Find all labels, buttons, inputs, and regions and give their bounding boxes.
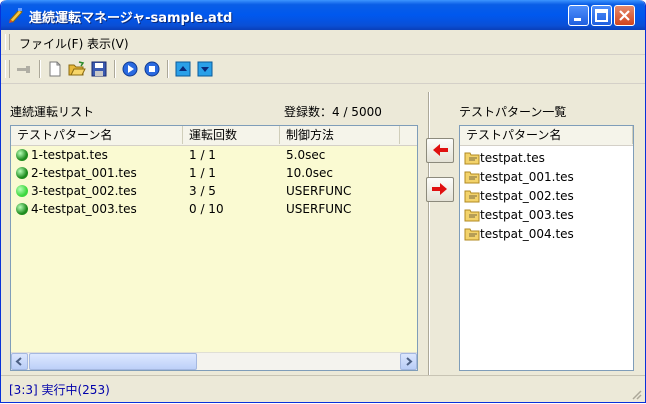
column-run-count[interactable]: 運転回数 (183, 126, 280, 144)
folder-file-icon (464, 209, 480, 222)
pattern-list[interactable]: テストパターン名 testpat.tes testpat_001.tes tes… (459, 125, 634, 371)
scroll-thumb[interactable] (29, 353, 197, 370)
row-pattern-name: 4-testpat_003.tes (31, 202, 137, 216)
chevron-left-icon (15, 357, 22, 366)
add-to-list-button[interactable] (426, 177, 454, 202)
save-icon[interactable] (90, 60, 108, 78)
folder-file-icon (464, 190, 480, 203)
horizontal-scrollbar[interactable] (11, 352, 417, 370)
remove-from-list-button[interactable] (426, 138, 454, 163)
menu-grip[interactable] (5, 34, 10, 50)
move-down-icon[interactable] (196, 60, 214, 78)
row-pattern-name: 3-testpat_002.tes (31, 184, 137, 198)
pattern-file-name: testpat_003.tes (480, 208, 574, 222)
column-pattern-name[interactable]: テストパターン名 (460, 126, 633, 144)
scroll-left-button[interactable] (11, 353, 28, 370)
folder-file-icon (464, 228, 480, 241)
maximize-button[interactable] (591, 5, 612, 26)
scroll-right-button[interactable] (400, 353, 417, 370)
toolbar-separator (39, 60, 41, 78)
folder-file-icon (464, 171, 480, 184)
row-control-method: 5.0sec (286, 148, 326, 162)
column-pattern-name[interactable]: テストパターン名 (11, 126, 183, 144)
minimize-button[interactable] (568, 5, 589, 26)
toolbar-separator (114, 60, 116, 78)
status-dot-icon (16, 167, 28, 179)
resize-grip-icon[interactable] (630, 388, 642, 400)
menu-view[interactable]: 表示(V) (87, 35, 129, 52)
status-dot-icon (16, 185, 28, 197)
panel-splitter-highlight (429, 92, 430, 375)
pattern-list-title: テストパターン一覧 (459, 105, 567, 119)
pattern-file-name: testpat_004.tes (480, 227, 574, 241)
menu-bar: ファイル(F) 表示(V) (1, 30, 645, 55)
row-pattern-name: 1-testpat.tes (31, 148, 108, 162)
column-control-method[interactable]: 制御方法 (280, 126, 400, 144)
chevron-right-icon (406, 357, 413, 366)
pattern-file-name: testpat.tes (480, 151, 545, 165)
run-list[interactable]: テストパターン名 運転回数 制御方法 1-testpat.tes 1 / 1 5… (10, 125, 418, 371)
move-up-icon[interactable] (174, 60, 192, 78)
app-window: 連続運転マネージャ-sample.atd ファイル(F) 表示(V) 連続運転リ… (0, 0, 646, 403)
row-control-method: 10.0sec (286, 166, 333, 180)
status-text: [3:3] 実行中(253) (9, 383, 110, 397)
folder-file-icon (464, 152, 480, 165)
stop-icon[interactable] (143, 60, 161, 78)
pin-icon[interactable] (15, 60, 33, 78)
status-dot-icon (16, 149, 28, 161)
row-control-method: USERFUNC (286, 184, 352, 198)
pattern-file-name: testpat_002.tes (480, 189, 574, 203)
new-file-icon[interactable] (46, 60, 64, 78)
minimize-icon (574, 18, 581, 21)
status-bar: [3:3] 実行中(253) (1, 375, 645, 402)
app-icon (9, 8, 23, 23)
arrow-left-icon (433, 144, 448, 156)
row-run-count: 1 / 1 (189, 166, 216, 180)
close-button[interactable] (614, 5, 635, 26)
title-bar[interactable]: 連続運転マネージャ-sample.atd (1, 0, 645, 30)
row-run-count: 3 / 5 (189, 184, 216, 198)
run-list-title: 連続運転リスト (10, 105, 95, 119)
toolbar-separator (167, 60, 169, 78)
pattern-list-header: テストパターン名 (460, 126, 633, 146)
row-run-count: 1 / 1 (189, 148, 216, 162)
row-run-count: 0 / 10 (189, 202, 224, 216)
row-control-method: USERFUNC (286, 202, 352, 216)
pattern-file-name: testpat_001.tes (480, 170, 574, 184)
menu-file[interactable]: ファイル(F) (19, 35, 83, 52)
close-icon (619, 10, 630, 21)
toolbar-grip[interactable] (5, 60, 10, 78)
open-folder-icon[interactable] (68, 60, 86, 78)
play-icon[interactable] (121, 60, 139, 78)
registered-count: 登録数：4 / 5000 (284, 105, 382, 119)
run-list-header: テストパターン名 運転回数 制御方法 (11, 126, 417, 146)
window-title: 連続運転マネージャ-sample.atd (29, 11, 233, 26)
maximize-icon (595, 9, 608, 22)
arrow-right-icon (432, 183, 447, 195)
toolbar (1, 55, 645, 84)
row-pattern-name: 2-testpat_001.tes (31, 166, 137, 180)
status-dot-icon (16, 203, 28, 215)
